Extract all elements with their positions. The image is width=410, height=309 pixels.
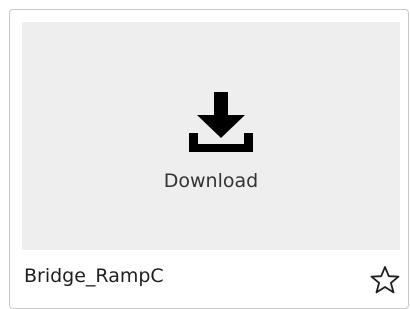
star-outline-icon <box>370 266 400 294</box>
download-label: Download <box>163 170 259 192</box>
asset-title: Bridge_RampC <box>24 265 164 287</box>
asset-card: Download Bridge_RampC <box>9 9 409 309</box>
download-icon <box>189 92 253 152</box>
download-button[interactable]: Download <box>22 22 400 250</box>
favorite-button[interactable] <box>370 265 400 295</box>
